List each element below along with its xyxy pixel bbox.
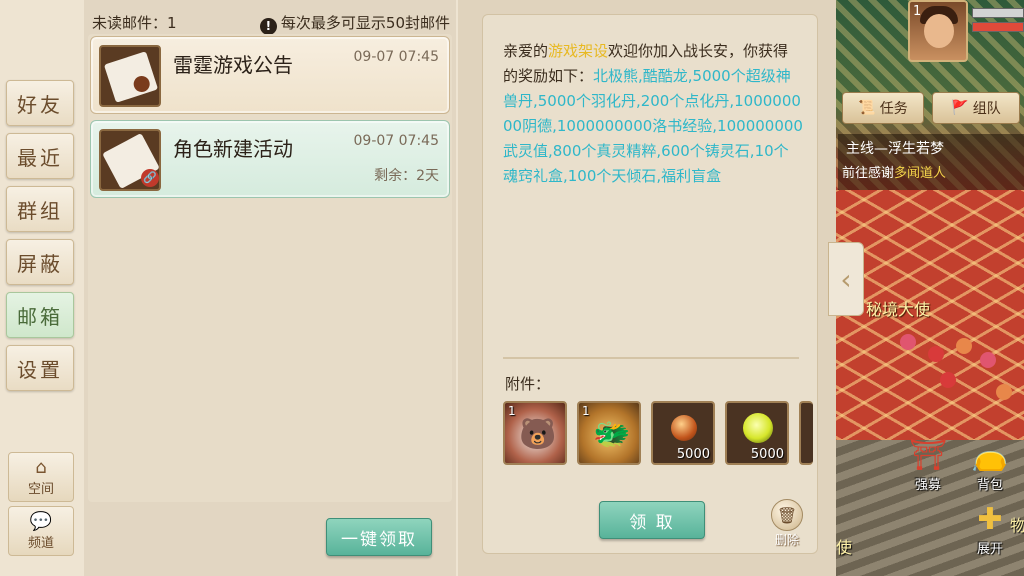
mail-limit-text: 每次最多可显示50封邮件: [280, 14, 450, 32]
item-count: 5000: [676, 447, 710, 462]
social-panel: 好友 最近 群组 屏蔽 邮箱 设置 ⌂ 空间 💬 频道 未读邮件：1 ! 每次最多…: [0, 0, 836, 576]
mail-item[interactable]: 雷霆游戏公告 09-07 07:45: [90, 36, 450, 114]
space-button[interactable]: ⌂ 空间: [8, 452, 74, 502]
mail-list-header: 未读邮件：1 ! 每次最多可显示50封邮件: [92, 8, 452, 35]
tab-task[interactable]: 📜 任务: [842, 92, 924, 124]
nav-mailbox[interactable]: 邮箱: [6, 292, 74, 338]
recruit-button-label: 强募: [914, 478, 941, 493]
mp-bar: [972, 8, 1024, 18]
polar-bear-icon: 🐻: [519, 417, 557, 452]
claim-button[interactable]: 领 取: [599, 501, 705, 539]
bottom-label: 使: [836, 538, 853, 557]
pagoda-icon: ⛩: [908, 438, 948, 473]
warning-icon: !: [259, 18, 277, 35]
nav-recent[interactable]: 最近: [6, 133, 74, 179]
trash-icon: 🗑: [771, 499, 803, 531]
scroll-icon: 📜: [858, 100, 876, 116]
feather-pill-icon: [743, 413, 773, 443]
channel-button[interactable]: 💬 频道: [8, 506, 74, 556]
divider: [503, 357, 799, 359]
delete-button-label: 删除: [774, 533, 799, 547]
attachments-label: 附件：: [505, 375, 551, 393]
chat-bubble-icon: 💬: [29, 510, 53, 532]
mail-limit-note: ! 每次最多可显示50封邮件: [259, 12, 450, 35]
hp-bar: [972, 22, 1024, 32]
mail-remaining-time: 剩余：2天: [374, 168, 439, 184]
nav-settings[interactable]: 设置: [6, 345, 74, 391]
flower-decor: [956, 338, 972, 354]
elixir-icon: [671, 415, 697, 441]
attachment-slot[interactable]: 1 🐲: [577, 401, 641, 465]
mail-time: 09-07 07:45: [353, 49, 439, 65]
quest-desc-target: 多闻道人: [894, 166, 947, 181]
attachment-slot[interactable]: 5000: [725, 401, 789, 465]
expand-button[interactable]: ✚ 展开: [964, 502, 1016, 560]
player-status-bars: [972, 8, 1024, 38]
nav-groups[interactable]: 群组: [6, 186, 74, 232]
space-button-label: 空间: [27, 481, 54, 497]
chevron-left-icon: ‹: [840, 262, 852, 296]
mail-list: 雷霆游戏公告 09-07 07:45 🔗 角色新建活动 09-07 07:45 …: [88, 34, 452, 502]
mail-item-selected[interactable]: 🔗 角色新建活动 09-07 07:45 剩余：2天: [90, 120, 450, 198]
delete-button[interactable]: 🗑 删除: [767, 499, 807, 549]
side-nav: 好友 最近 群组 屏蔽 邮箱 设置: [6, 80, 78, 398]
attachment-badge-icon: 🔗: [141, 169, 159, 187]
flower-decor: [980, 352, 996, 368]
mail-content: 亲爱的游戏架设欢迎你加入战长安，你获得的奖励如下：北极熊,酷酷龙,5000个超级…: [482, 14, 818, 554]
nav-blocked[interactable]: 屏蔽: [6, 239, 74, 285]
wax-seal: [131, 73, 152, 95]
mail-content-area: 亲爱的游戏架设欢迎你加入战长安，你获得的奖励如下：北极熊,酷酷龙,5000个超级…: [458, 0, 836, 576]
player-avatar[interactable]: 1: [908, 0, 968, 62]
envelope-icon: [99, 45, 161, 107]
envelope-paper: [103, 51, 159, 103]
mail-title: 雷霆游戏公告: [173, 53, 293, 77]
player-name: 游戏架设: [548, 42, 609, 60]
nav-friends[interactable]: 好友: [6, 80, 74, 126]
flower-decor: [940, 372, 956, 388]
dragon-icon: 🐲: [593, 417, 631, 452]
quest-desc-prefix: 前往感谢: [842, 166, 895, 181]
tab-task-label: 任务: [879, 101, 908, 117]
flower-decor: [900, 334, 916, 350]
tab-team[interactable]: 🚩 组队: [932, 92, 1020, 124]
unread-count: 未读邮件：1: [92, 14, 177, 32]
item-count: 5000: [750, 447, 784, 462]
flower-decor: [996, 384, 1012, 400]
flag-icon: 🚩: [951, 100, 969, 116]
greeting-prefix: 亲爱的: [503, 42, 549, 60]
item-number: 1: [508, 404, 516, 418]
tab-team-label: 组队: [972, 101, 1001, 117]
player-level: 1: [913, 4, 922, 19]
mail-time: 09-07 07:45: [353, 133, 439, 149]
attachment-slot-partial[interactable]: [799, 401, 813, 465]
claim-all-button[interactable]: 一键领取: [326, 518, 432, 556]
attachment-slot[interactable]: 1 🐻: [503, 401, 567, 465]
quest-description: 前往感谢多闻道人: [842, 162, 946, 181]
flower-decor: [928, 346, 944, 362]
quest-tracker[interactable]: 主线—浮生若梦 前往感谢多闻道人: [838, 134, 1024, 190]
quest-title: 主线—浮生若梦: [846, 141, 944, 157]
channel-button-label: 频道: [27, 535, 54, 551]
house-icon: ⌂: [35, 456, 47, 478]
item-number: 1: [582, 404, 590, 418]
avatar-face: [924, 14, 954, 48]
expand-button-label: 展开: [976, 542, 1003, 557]
mail-body: 亲爱的游戏架设欢迎你加入战长安，你获得的奖励如下：北极熊,酷酷龙,5000个超级…: [503, 39, 803, 189]
mail-title: 角色新建活动: [173, 137, 293, 161]
side-label: 物: [1010, 516, 1024, 535]
bag-icon: 👝: [971, 438, 1009, 473]
plus-icon: ✚: [977, 502, 1003, 537]
letter-icon: 🔗: [99, 129, 161, 191]
npc-name[interactable]: 秘境大使: [866, 296, 930, 320]
bag-button-label: 背包: [976, 478, 1003, 493]
collapse-panel-button[interactable]: ‹: [828, 242, 864, 316]
bag-button[interactable]: 👝 背包: [964, 438, 1016, 496]
attachment-slot[interactable]: 5000: [651, 401, 715, 465]
recruit-button[interactable]: ⛩ 强募: [902, 438, 954, 496]
mail-list-area: 未读邮件：1 ! 每次最多可显示50封邮件 雷霆游戏公告 09-07 07:45 …: [84, 0, 456, 576]
